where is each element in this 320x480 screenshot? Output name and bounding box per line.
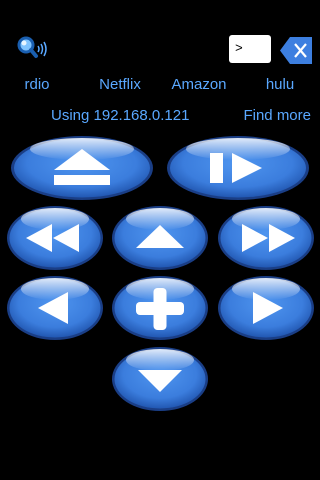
- backspace-icon[interactable]: [280, 37, 312, 64]
- connection-status: Using 192.168.0.121: [51, 107, 190, 124]
- down-button[interactable]: [111, 346, 209, 412]
- command-input[interactable]: [235, 41, 265, 56]
- service-hulu-link[interactable]: hulu: [266, 76, 294, 93]
- service-amazon-link[interactable]: Amazon: [171, 76, 226, 93]
- rewind-button[interactable]: [6, 205, 104, 271]
- right-button[interactable]: [217, 275, 315, 341]
- service-netflix-link[interactable]: Netflix: [99, 76, 141, 93]
- up-button[interactable]: [111, 205, 209, 271]
- service-rdio-link[interactable]: rdio: [24, 76, 49, 93]
- command-input-field[interactable]: [229, 35, 271, 63]
- fast-forward-button[interactable]: [217, 205, 315, 271]
- play-pause-button[interactable]: [166, 135, 310, 201]
- left-button[interactable]: [6, 275, 104, 341]
- search-icon[interactable]: [16, 35, 52, 65]
- eject-button[interactable]: [10, 135, 154, 201]
- find-more-link[interactable]: Find more: [243, 107, 311, 124]
- select-button[interactable]: [111, 275, 209, 341]
